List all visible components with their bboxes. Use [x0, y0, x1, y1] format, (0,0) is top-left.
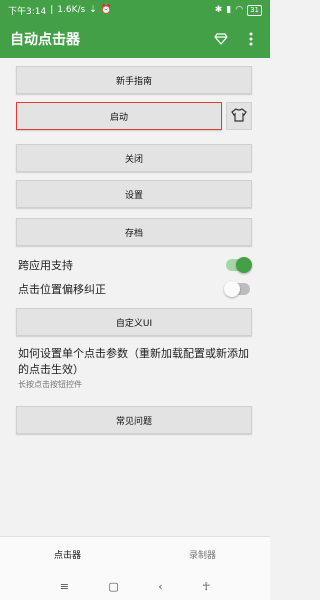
settings-button[interactable]: 设置 — [16, 180, 252, 208]
cross-app-toggle[interactable] — [226, 257, 252, 273]
back-icon[interactable]: ‹ — [158, 580, 162, 593]
offset-fix-label: 点击位置偏移纠正 — [18, 283, 106, 296]
bluetooth-icon: ✱ — [214, 5, 223, 15]
cross-app-label: 跨应用支持 — [18, 259, 73, 272]
archive-button[interactable]: 存档 — [16, 218, 252, 246]
app-bar: 自动点击器 — [0, 20, 270, 58]
status-net-speed: 1.6K/s — [57, 5, 86, 15]
help-subtitle: 长按点击按钮控件 — [18, 380, 82, 389]
accessibility-icon[interactable]: ☥ — [202, 580, 210, 593]
tab-recorder[interactable]: 录制器 — [135, 537, 270, 572]
offset-fix-toggle[interactable] — [224, 281, 250, 297]
system-nav-bar: ≡ ▢ ‹ ☥ — [0, 572, 270, 600]
guide-button[interactable]: 新手指南 — [16, 66, 252, 94]
divider: | — [50, 5, 54, 15]
home-icon[interactable]: ▢ — [108, 580, 118, 593]
start-button[interactable]: 启动 — [16, 102, 222, 130]
tab-clicker[interactable]: 点击器 — [0, 537, 135, 572]
download-icon: ⇣ — [89, 5, 97, 15]
signal-icon: ▮ — [226, 5, 232, 15]
cross-app-row: 跨应用支持 — [18, 254, 252, 276]
shirt-button[interactable] — [226, 102, 252, 130]
toggle-knob — [236, 257, 252, 273]
custom-ui-button[interactable]: 自定义UI — [16, 308, 252, 336]
shirt-icon — [231, 107, 247, 126]
more-vert-icon[interactable] — [242, 30, 260, 48]
status-time: 下午3:14 — [8, 6, 47, 17]
diamond-icon[interactable] — [212, 30, 230, 48]
battery-level: 31 — [247, 4, 262, 16]
wifi-icon: ◠ — [235, 5, 244, 15]
close-button[interactable]: 关闭 — [16, 144, 252, 172]
menu-icon[interactable]: ≡ — [60, 580, 69, 593]
toggle-knob — [224, 281, 240, 297]
offset-fix-row: 点击位置偏移纠正 — [18, 278, 250, 300]
bottom-nav: 点击器 录制器 — [0, 536, 270, 572]
main-content: 新手指南 启动 关闭 设置 存档 跨应用支持 点击位置偏移纠正 自定义UI 如何… — [0, 58, 270, 536]
status-bar: 下午3:14 | 1.6K/s ⇣ ⏰ ✱ ▮ ◠ 31 — [0, 0, 270, 20]
app-title: 自动点击器 — [10, 32, 80, 48]
help-title: 如何设置单个点击参数（重新加载配置或新添加的点击生效） — [18, 347, 249, 376]
alarm-icon: ⏰ — [100, 5, 112, 15]
faq-button[interactable]: 常见问题 — [16, 406, 252, 434]
